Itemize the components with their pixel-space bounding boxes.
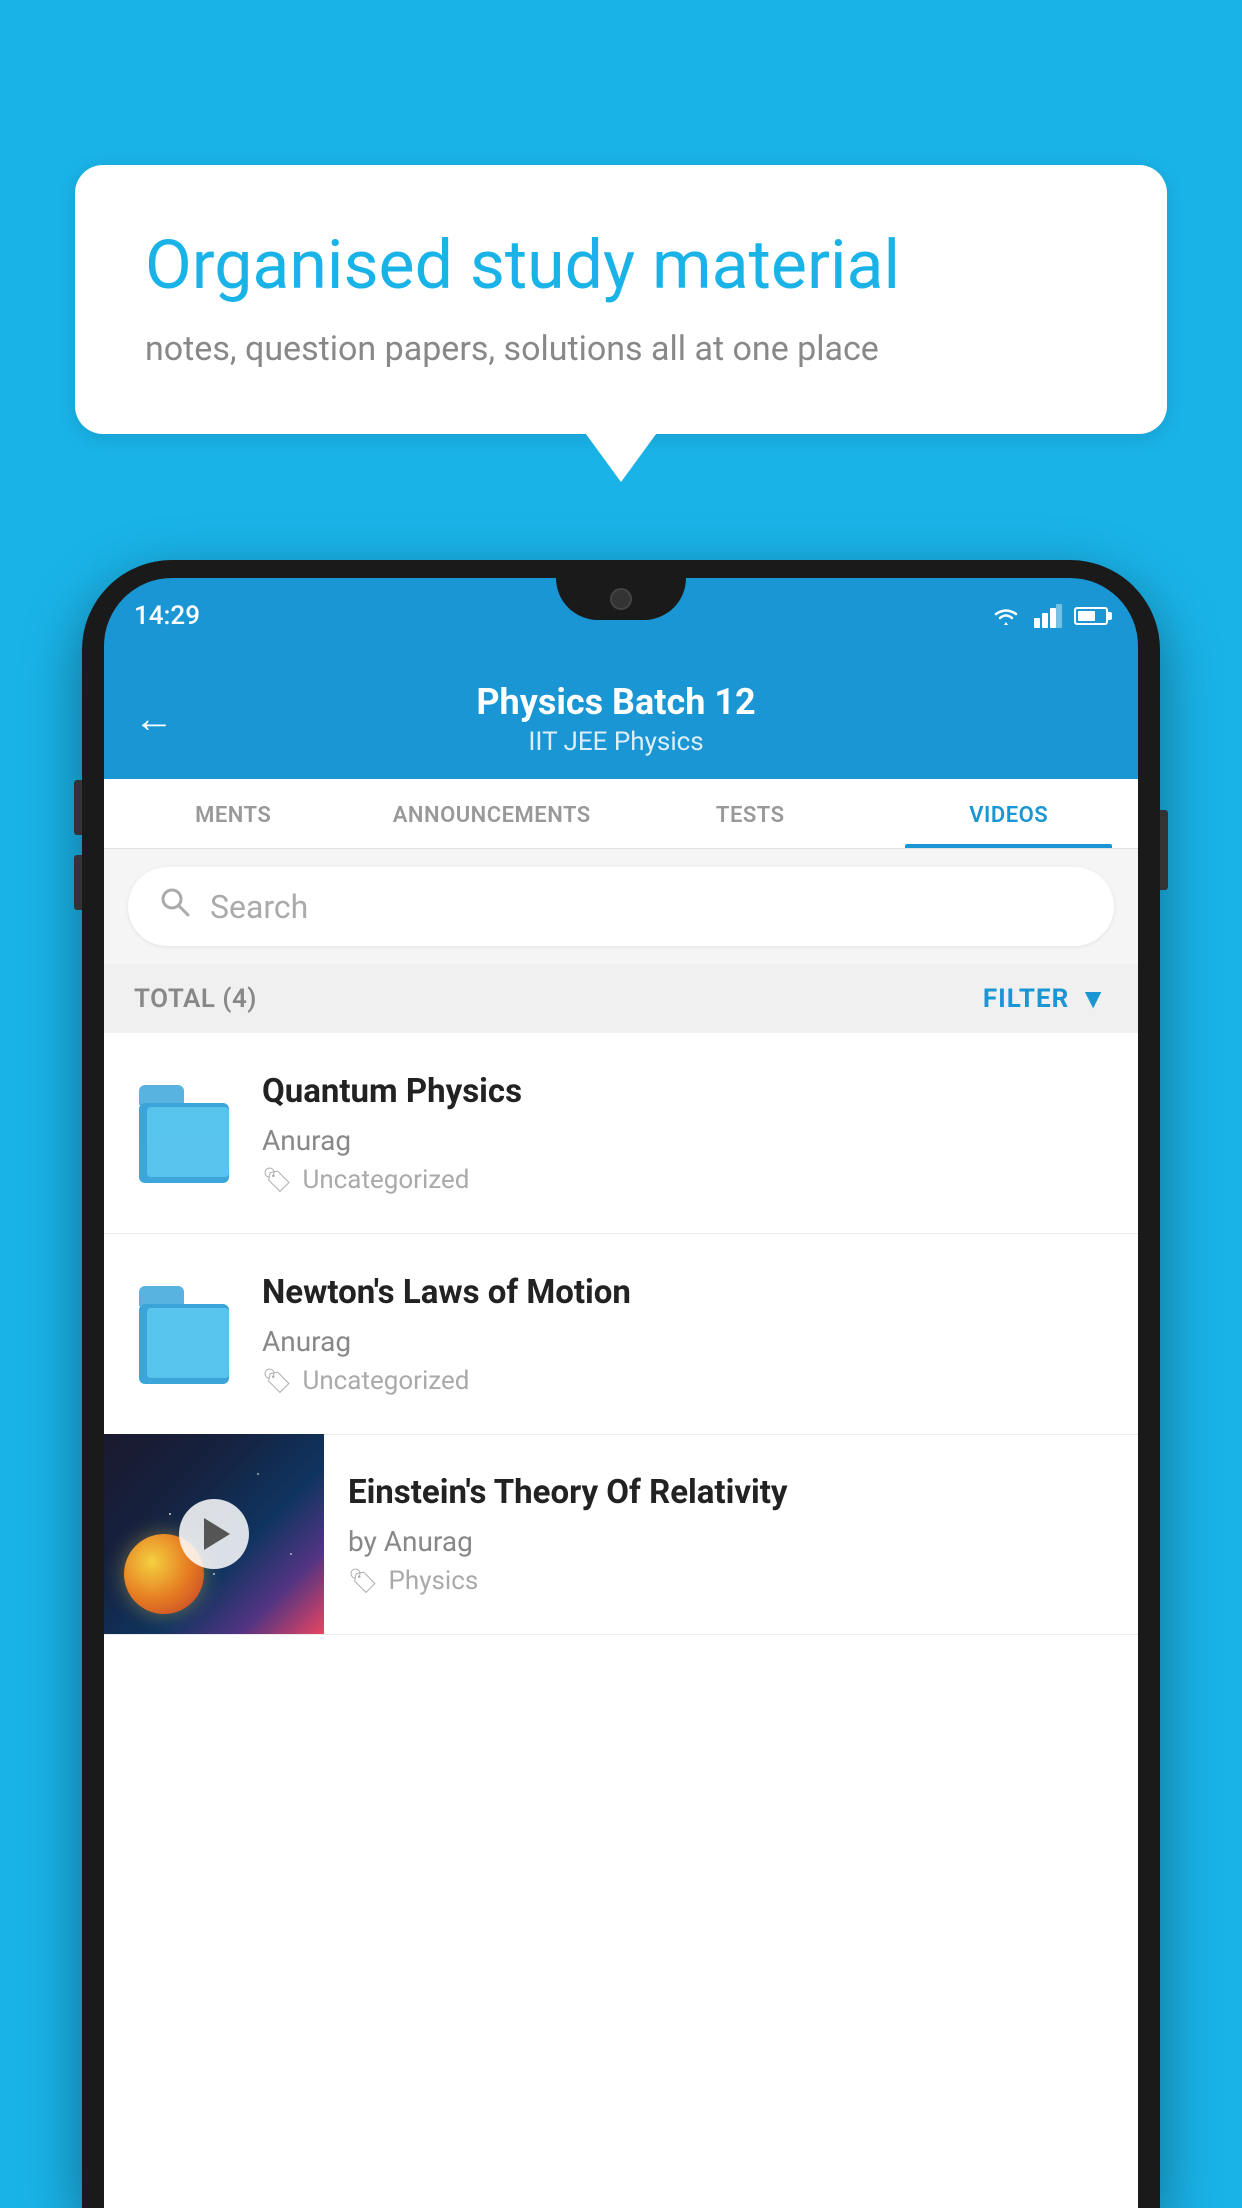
video-tag: 🏷 Physics	[348, 1566, 1084, 1596]
status-bar: 14:29	[104, 578, 1138, 653]
tab-ments[interactable]: MENTS	[104, 779, 363, 848]
video-tag: 🏷 Uncategorized	[262, 1165, 1108, 1195]
video-info: Einstein's Theory Of Relativity by Anura…	[324, 1444, 1108, 1624]
list-item[interactable]: Newton's Laws of Motion Anurag 🏷 Uncateg…	[104, 1234, 1138, 1435]
video-author: Anurag	[262, 1325, 1108, 1358]
battery-icon	[1074, 607, 1108, 625]
speech-bubble: Organised study material notes, question…	[75, 165, 1167, 434]
filter-button[interactable]: FILTER ▼	[983, 982, 1108, 1015]
search-placeholder: Search	[210, 888, 308, 926]
video-tag: 🏷 Uncategorized	[262, 1366, 1108, 1396]
folder-front	[147, 1308, 229, 1378]
camera	[610, 588, 632, 610]
header-title: Physics Batch 12	[204, 681, 1028, 723]
signal-icon	[1034, 604, 1062, 628]
tab-bar: MENTS ANNOUNCEMENTS TESTS VIDEOS	[104, 779, 1138, 849]
list-item[interactable]: Einstein's Theory Of Relativity by Anura…	[104, 1435, 1138, 1635]
filter-label: FILTER	[983, 984, 1069, 1014]
filter-icon: ▼	[1079, 982, 1108, 1015]
back-button[interactable]: ←	[134, 699, 174, 739]
tag-icon: 🏷	[348, 1567, 378, 1595]
phone-frame: 14:29 ←	[82, 560, 1160, 2208]
video-author: by Anurag	[348, 1525, 1084, 1558]
video-title: Quantum Physics	[262, 1071, 1108, 1114]
folder-icon-container	[134, 1279, 234, 1389]
status-icons	[990, 604, 1108, 628]
filter-bar: TOTAL (4) FILTER ▼	[104, 964, 1138, 1033]
play-button[interactable]	[179, 1499, 249, 1569]
bubble-title: Organised study material	[145, 225, 1097, 307]
video-title: Einstein's Theory Of Relativity	[348, 1472, 1084, 1515]
search-icon	[158, 885, 192, 928]
video-info: Newton's Laws of Motion Anurag 🏷 Uncateg…	[262, 1272, 1108, 1396]
phone-screen: ← Physics Batch 12 IIT JEE Physics MENTS…	[104, 653, 1138, 2208]
video-title: Newton's Laws of Motion	[262, 1272, 1108, 1315]
header-center: Physics Batch 12 IIT JEE Physics	[204, 681, 1028, 757]
vol-button-down	[74, 855, 82, 910]
wifi-icon	[990, 604, 1022, 628]
app-header: ← Physics Batch 12 IIT JEE Physics	[104, 653, 1138, 779]
tag-icon: 🏷	[262, 1166, 292, 1194]
power-button	[1160, 810, 1168, 890]
folder-icon-container	[134, 1078, 234, 1188]
search-bar[interactable]: Search	[128, 867, 1114, 946]
folder-icon	[139, 1284, 229, 1384]
folder-front	[147, 1107, 229, 1177]
tag-label: Uncategorized	[302, 1165, 469, 1195]
video-thumbnail	[104, 1434, 324, 1634]
video-list: Quantum Physics Anurag 🏷 Uncategorized	[104, 1033, 1138, 2208]
vol-button-up	[74, 780, 82, 835]
search-container: Search	[104, 849, 1138, 964]
list-item[interactable]: Quantum Physics Anurag 🏷 Uncategorized	[104, 1033, 1138, 1234]
folder-icon	[139, 1083, 229, 1183]
header-subtitle: IIT JEE Physics	[204, 727, 1028, 757]
video-author: Anurag	[262, 1124, 1108, 1157]
tag-icon: 🏷	[262, 1367, 292, 1395]
tab-videos[interactable]: VIDEOS	[880, 779, 1139, 848]
tab-announcements[interactable]: ANNOUNCEMENTS	[363, 779, 622, 848]
status-time: 14:29	[134, 601, 200, 631]
play-icon	[204, 1518, 230, 1550]
video-info: Quantum Physics Anurag 🏷 Uncategorized	[262, 1071, 1108, 1195]
bubble-subtitle: notes, question papers, solutions all at…	[145, 329, 1097, 369]
tag-label: Physics	[388, 1566, 478, 1596]
total-count: TOTAL (4)	[134, 984, 257, 1014]
notch	[556, 578, 686, 620]
tab-tests[interactable]: TESTS	[621, 779, 880, 848]
tag-label: Uncategorized	[302, 1366, 469, 1396]
